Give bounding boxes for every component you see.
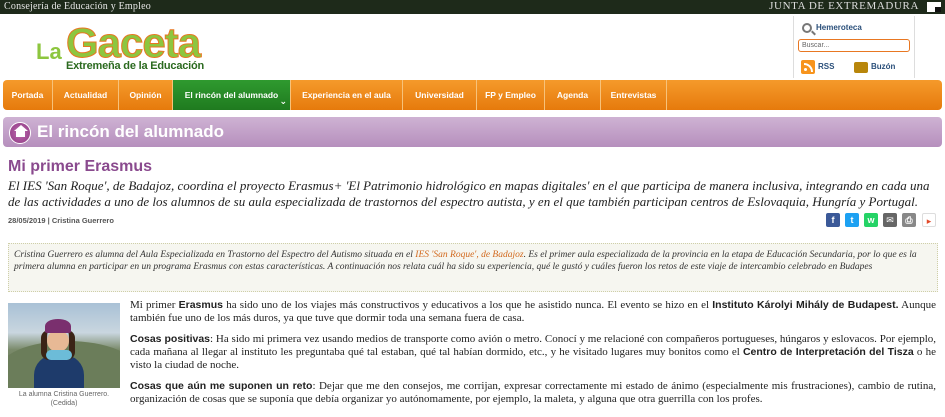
article-meta: 28/05/2019 | Cristina Guerrero [8,216,114,225]
consejeria-label: Consejería de Educación y Empleo [4,1,151,12]
buzon-link[interactable]: Buzón [871,62,895,71]
intro-text-a: Cristina Guerrero es alumna del Aula Esp… [14,250,416,260]
print-icon[interactable]: ⎙ [902,213,916,227]
home-icon [9,122,31,144]
nav-portada[interactable]: Portada [3,80,53,110]
nav-entrevistas[interactable]: Entrevistas [601,80,667,110]
rss-link[interactable]: RSS [818,62,834,71]
logo-subtitle: Extremeña de la Educación [66,60,205,72]
rss-icon[interactable] [801,60,815,74]
whatsapp-icon[interactable]: w [864,213,878,227]
nav-rincon-alumnado[interactable]: El rincón del alumnado [173,80,291,116]
junta-flag-icon [927,2,941,12]
nav-agenda[interactable]: Agenda [545,80,601,110]
junta-label: JUNTA DE EXTREMADURA [769,0,919,12]
article-intro: Cristina Guerrero es alumna del Aula Esp… [8,243,938,292]
article-photo[interactable] [8,303,120,388]
share-icon[interactable]: ▸ [922,213,936,227]
body-paragraph-3: Cosas que aún me suponen un reto: Dejar … [130,380,936,405]
search-input[interactable]: Buscar... [798,39,910,52]
article-title: Mi primer Erasmus [8,158,153,175]
nav-opinion[interactable]: Opinión [119,80,173,110]
nav-actualidad[interactable]: Actualidad [53,80,119,110]
main-nav: Portada Actualidad Opinión El rincón del… [3,80,942,116]
article-lead: El IES 'San Roque', de Badajoz, coordina… [8,178,930,209]
article-date: 28/05/2019 [8,216,46,225]
body-paragraph-1: Mi primer Erasmus ha sido uno de los via… [130,299,936,324]
site-logo[interactable]: La Gaceta Extremeña de la Educación [36,19,226,74]
facebook-icon[interactable]: f [826,213,840,227]
nav-experiencia-aula[interactable]: Experiencia en el aula [291,80,403,110]
nav-fp-empleo[interactable]: FP y Empleo [477,80,545,110]
logo-la: La [36,39,62,64]
email-icon[interactable]: ✉ [883,213,897,227]
mailbox-icon[interactable] [854,62,868,73]
nav-universidad[interactable]: Universidad [403,80,477,110]
section-header: El rincón del alumnado [3,117,942,147]
search-icon [802,23,812,33]
section-title: El rincón del alumnado [37,122,225,141]
top-bar: Consejería de Educación y Empleo JUNTA D… [0,0,945,14]
photo-caption: La alumna Cristina Guerrero. (Cedida) [18,391,110,407]
twitter-icon[interactable]: t [845,213,859,227]
hemeroteca-link[interactable]: Hemeroteca [816,23,862,32]
article-body: Mi primer Erasmus ha sido uno de los via… [130,299,936,414]
header-tools: Hemeroteca Buscar... RSS Buzón [793,16,915,78]
intro-school-link[interactable]: IES 'San Roque', de Badajoz [415,250,523,260]
article-author: Cristina Guerrero [51,216,114,225]
body-paragraph-2: Cosas positivas: Ha sido mi primera vez … [130,333,937,371]
